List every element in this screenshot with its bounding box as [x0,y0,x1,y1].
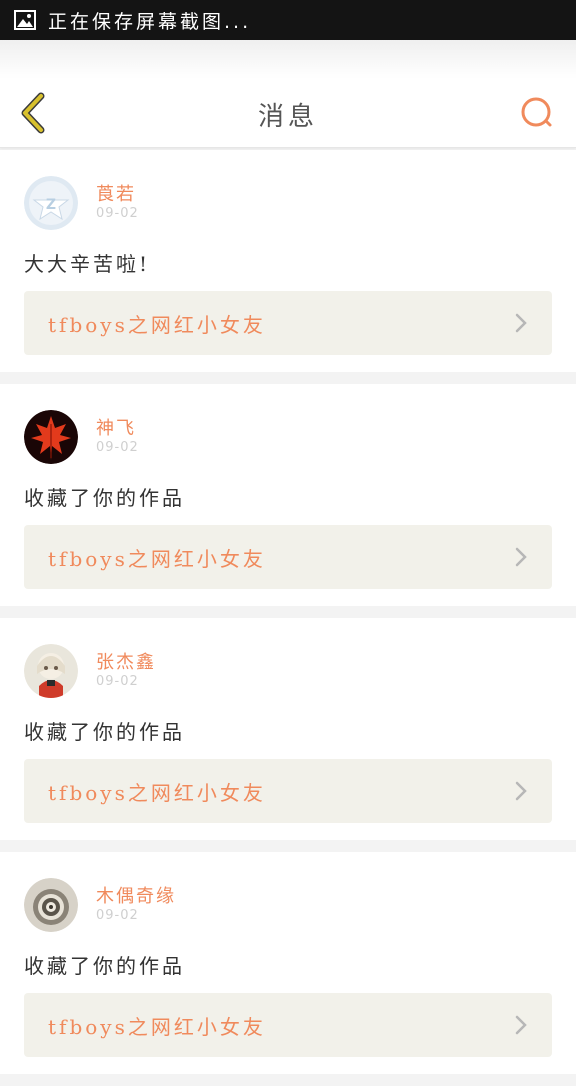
message-text: 大大辛苦啦! [24,252,151,276]
svg-text:Z: Z [46,197,56,213]
message-date: 09-02 [96,440,139,455]
message-date: 09-02 [96,674,139,689]
chevron-right-icon [515,1015,527,1035]
work-link[interactable]: tfboys之网红小女友 [24,291,552,355]
status-bar: 正在保存屏幕截图... [0,0,576,40]
message-card: 木偶奇缘 09-02 收藏了你的作品 tfboys之网红小女友 [0,852,576,1074]
message-text: 收藏了你的作品 [24,486,185,510]
chevron-right-icon [515,547,527,567]
work-title: tfboys之网红小女友 [48,780,266,805]
maple-leaf-icon [24,410,78,464]
message-card: 神飞 09-02 收藏了你的作品 tfboys之网红小女友 [0,384,576,606]
avatar[interactable] [24,644,78,698]
work-link[interactable]: tfboys之网红小女友 [24,759,552,823]
user-name[interactable]: 莨若 [96,180,136,206]
chevron-right-icon [515,313,527,333]
work-title: tfboys之网红小女友 [48,1014,266,1039]
work-link[interactable]: tfboys之网红小女友 [24,525,552,589]
message-date: 09-02 [96,206,139,221]
message-date: 09-02 [96,908,139,923]
page-title: 消息 [257,102,318,132]
image-icon [14,10,36,30]
work-link[interactable]: tfboys之网红小女友 [24,993,552,1057]
message-text: 收藏了你的作品 [24,954,185,978]
avatar[interactable] [24,878,78,932]
work-title: tfboys之网红小女友 [48,312,266,337]
user-name[interactable]: 张杰鑫 [96,648,156,674]
top-spacer [0,40,576,78]
default-avatar-icon: Z [24,176,78,230]
status-text: 正在保存屏幕截图... [48,10,252,33]
app-header: 消息 [0,78,576,148]
work-title: tfboys之网红小女友 [48,546,266,571]
chevron-right-icon [515,781,527,801]
search-button[interactable] [516,92,558,134]
doll-avatar-icon [24,644,78,698]
user-name[interactable]: 木偶奇缘 [96,882,176,908]
message-list: Z 莨若 09-02 大大辛苦啦! tfboys之网红小女友 神飞 09-02 … [0,150,576,1086]
spiral-avatar-icon [24,878,78,932]
avatar[interactable] [24,410,78,464]
avatar[interactable]: Z [24,176,78,230]
search-icon [521,97,552,127]
message-card: Z 莨若 09-02 大大辛苦啦! tfboys之网红小女友 [0,150,576,372]
message-text: 收藏了你的作品 [24,720,185,744]
message-card: 张杰鑫 09-02 收藏了你的作品 tfboys之网红小女友 [0,618,576,840]
user-name[interactable]: 神飞 [96,414,136,440]
